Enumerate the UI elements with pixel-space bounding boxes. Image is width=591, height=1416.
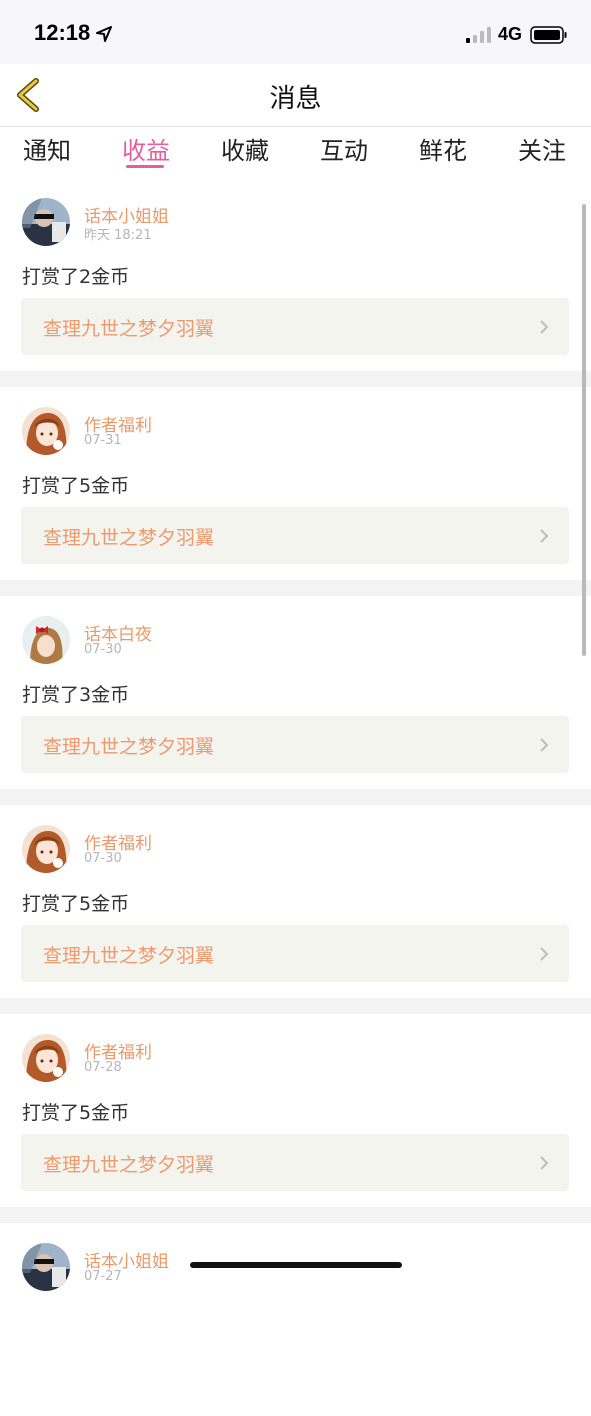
book-title: 查理九世之梦夕羽翼 [43,945,215,967]
active-tab-indicator [126,165,164,168]
tab-bar: 通知 收益 收藏 互动 鲜花 关注 [0,127,591,177]
list-item: 话本小姐姐 07-27 [0,1223,591,1416]
timestamp: 07-27 [84,1269,122,1284]
message-text: 打赏了3金币 [22,684,130,706]
message-list: 话本小姐姐 昨天 18:21 打赏了2金币 查理九世之梦夕羽翼 作者福利 07-… [0,178,591,1416]
timestamp: 07-30 [84,642,122,657]
signal-icon [466,27,491,43]
list-item: 作者福利 07-28 打赏了5金币 查理九世之梦夕羽翼 [0,1014,591,1207]
timestamp: 07-31 [84,433,122,448]
timestamp: 昨天 18:21 [84,228,152,243]
tab-flowers[interactable]: 鲜花 [408,131,478,166]
divider [0,371,591,387]
divider [0,580,591,596]
book-link[interactable]: 查理九世之梦夕羽翼 [21,925,569,982]
book-title: 查理九世之梦夕羽翼 [43,736,215,758]
timestamp: 07-30 [84,851,122,866]
timestamp: 07-28 [84,1060,122,1075]
avatar[interactable] [22,1243,70,1291]
avatar[interactable] [22,616,70,664]
network-type: 4G [498,24,523,44]
book-link[interactable]: 查理九世之梦夕羽翼 [21,298,569,355]
message-text: 打赏了5金币 [22,1102,130,1124]
home-indicator[interactable] [190,1262,402,1268]
book-title: 查理九世之梦夕羽翼 [43,318,215,340]
status-bar: 12:18 4G [0,0,591,64]
nav-bar: 消息 [0,64,591,127]
list-item: 话本白夜 07-30 打赏了3金币 查理九世之梦夕羽翼 [0,596,591,789]
avatar[interactable] [22,198,70,246]
scrollbar[interactable] [582,204,586,656]
chevron-right-icon [540,738,549,752]
tab-interactions[interactable]: 互动 [309,131,379,166]
book-link[interactable]: 查理九世之梦夕羽翼 [21,1134,569,1191]
chevron-right-icon [540,320,549,334]
list-item: 作者福利 07-30 打赏了5金币 查理九世之梦夕羽翼 [0,805,591,998]
divider [0,789,591,805]
status-time: 12:18 [34,20,91,45]
tab-notifications[interactable]: 通知 [12,131,82,166]
message-text: 打赏了5金币 [22,475,130,497]
tab-following[interactable]: 关注 [507,131,577,166]
message-text: 打赏了2金币 [22,266,130,288]
book-title: 查理九世之梦夕羽翼 [43,527,215,549]
divider [0,1207,591,1223]
list-item: 作者福利 07-31 打赏了5金币 查理九世之梦夕羽翼 [0,387,591,580]
list-item: 话本小姐姐 昨天 18:21 打赏了2金币 查理九世之梦夕羽翼 [0,178,591,371]
location-arrow-icon [96,26,112,42]
book-title: 查理九世之梦夕羽翼 [43,1154,215,1176]
page-title: 消息 [269,84,322,114]
avatar[interactable] [22,825,70,873]
tab-earnings[interactable]: 收益 [111,131,181,166]
message-text: 打赏了5金币 [22,893,130,915]
battery-icon [530,26,567,44]
book-link[interactable]: 查理九世之梦夕羽翼 [21,507,569,564]
chevron-right-icon [540,529,549,543]
avatar[interactable] [22,407,70,455]
chevron-right-icon [540,1156,549,1170]
book-link[interactable]: 查理九世之梦夕羽翼 [21,716,569,773]
divider [0,998,591,1014]
tab-favorites[interactable]: 收藏 [210,131,280,166]
avatar[interactable] [22,1034,70,1082]
chevron-right-icon [540,947,549,961]
